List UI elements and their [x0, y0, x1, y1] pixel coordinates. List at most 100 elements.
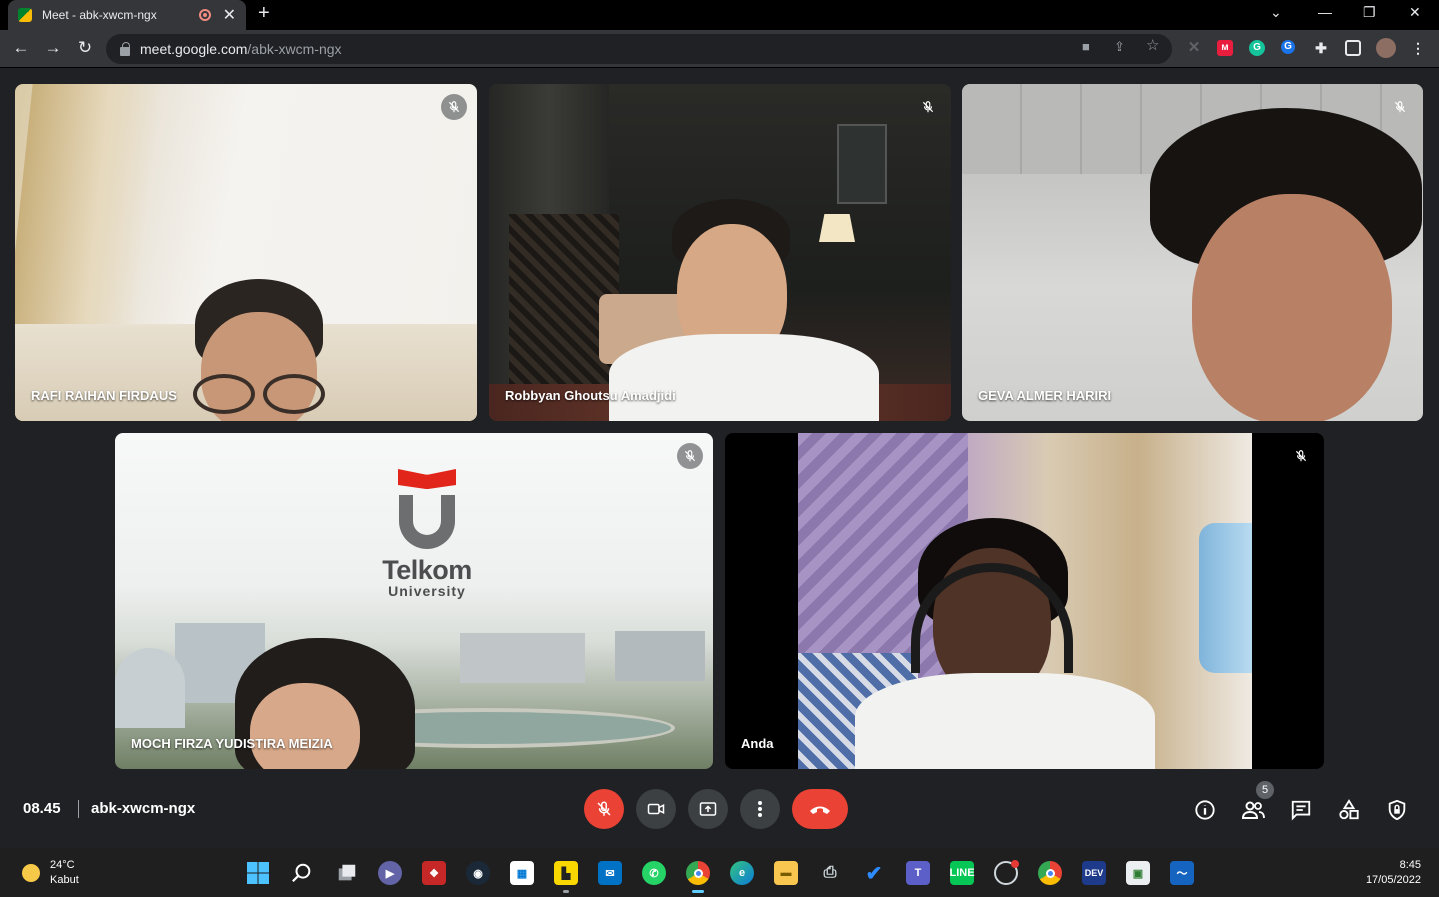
- sun-icon: [22, 864, 40, 882]
- window-app-icon[interactable]: ▣: [1126, 861, 1150, 885]
- meeting-details-button[interactable]: [1192, 797, 1218, 823]
- video-tile-self[interactable]: Anda: [725, 433, 1324, 769]
- more-options-button[interactable]: [740, 789, 780, 829]
- activities-button[interactable]: [1336, 797, 1362, 823]
- restore-button[interactable]: ❐: [1363, 4, 1376, 21]
- mic-off-icon: [1295, 450, 1307, 462]
- gift-app-icon[interactable]: ❖: [422, 861, 446, 885]
- system-clock[interactable]: 8:45 17/05/2022: [1366, 858, 1421, 888]
- teams-icon[interactable]: T: [906, 861, 930, 885]
- obs-icon[interactable]: [994, 860, 1019, 885]
- bookmark-star-icon[interactable]: ☆: [1146, 36, 1159, 54]
- leave-call-button[interactable]: [792, 789, 848, 829]
- campus-building-3: [615, 631, 705, 681]
- video-tile-participant-4[interactable]: Telkom University MOCH FIRZA YUDISTIRA M…: [115, 433, 713, 769]
- windows-start-icon[interactable]: [246, 861, 270, 885]
- mic-off-indicator: [677, 443, 703, 469]
- printer-app-icon[interactable]: ⎙: [818, 861, 842, 885]
- telkom-logo-book-icon: [398, 469, 456, 489]
- extensions-puzzle-icon[interactable]: ✚: [1313, 40, 1329, 56]
- extension-google-icon[interactable]: G: [1281, 40, 1295, 54]
- line-app-icon[interactable]: LINE: [949, 861, 975, 885]
- weather-temperature: 24°C: [50, 859, 75, 871]
- edge-icon[interactable]: e: [730, 861, 754, 885]
- mic-off-icon: [448, 101, 460, 113]
- chrome-icon[interactable]: [686, 861, 710, 885]
- telkom-logo-u-icon: [399, 495, 455, 549]
- back-arrow-icon[interactable]: ←: [10, 38, 32, 58]
- clock-date: 17/05/2022: [1365, 874, 1421, 886]
- microphone-toggle-button[interactable]: [584, 789, 624, 829]
- whatsapp-icon[interactable]: ✆: [642, 861, 666, 885]
- browser-tab-meet[interactable]: Meet - abk-xwcm-ngx ✕: [8, 0, 246, 30]
- mic-off-indicator: [1387, 94, 1413, 120]
- remote-desktop-icon[interactable]: 〜: [1170, 861, 1194, 885]
- participant-self-shirt: [855, 673, 1155, 769]
- search-icon[interactable]: [290, 861, 314, 885]
- extension-grammarly-icon[interactable]: G: [1249, 40, 1265, 56]
- chat-button[interactable]: [1288, 797, 1314, 823]
- profile-avatar[interactable]: [1376, 38, 1396, 58]
- divider: [78, 800, 79, 818]
- close-window-button[interactable]: ✕: [1409, 4, 1421, 21]
- university-logo-text: University: [388, 583, 466, 599]
- weather-widget[interactable]: 24°C Kabut: [22, 858, 79, 888]
- steam-icon[interactable]: ◉: [466, 861, 490, 885]
- present-screen-button[interactable]: [688, 789, 728, 829]
- address-bar[interactable]: meet.google.com /abk-xwcm-ngx: [106, 34, 1172, 64]
- mic-off-indicator: [915, 94, 941, 120]
- video-tile-participant-1[interactable]: RAFI RAIHAN FIRDAUS: [15, 84, 477, 421]
- url-host: meet.google.com: [140, 41, 248, 57]
- mic-off-indicator: [441, 94, 467, 120]
- running-indicator: [563, 890, 569, 893]
- reload-icon[interactable]: ↻: [74, 38, 96, 58]
- glasses-right: [263, 374, 325, 414]
- chrome-profile-icon[interactable]: [1038, 861, 1062, 885]
- teams-chat-icon[interactable]: ▶: [378, 861, 402, 885]
- mic-off-indicator: [1288, 443, 1314, 469]
- end-call-icon: [810, 806, 830, 814]
- share-icon[interactable]: ⇪: [1114, 39, 1125, 55]
- show-everyone-button[interactable]: [1240, 797, 1266, 823]
- participant-4-face: [250, 683, 360, 769]
- chrome-menu-icon[interactable]: ⋮: [1410, 40, 1426, 56]
- new-tab-button[interactable]: +: [258, 2, 270, 25]
- mic-off-icon: [684, 450, 696, 462]
- mail-icon[interactable]: ✉: [598, 861, 622, 885]
- side-panel-icon[interactable]: [1345, 40, 1361, 56]
- extension-mendeley-icon[interactable]: м: [1217, 40, 1233, 56]
- browser-tab-strip: Meet - abk-xwcm-ngx ✕ + ⌄ — ❐ ✕: [0, 0, 1439, 30]
- file-explorer-icon[interactable]: ▬: [774, 861, 798, 885]
- task-view-icon[interactable]: [335, 861, 359, 885]
- todo-check-icon[interactable]: ✔: [862, 861, 886, 885]
- dev-app-icon[interactable]: DEV: [1082, 861, 1106, 885]
- clock-time: 8:45: [1399, 859, 1421, 871]
- host-controls-button[interactable]: [1384, 797, 1410, 823]
- forward-arrow-icon[interactable]: →: [42, 38, 64, 58]
- video-tile-participant-3[interactable]: GEVA ALMER HARIRI: [962, 84, 1423, 421]
- camera-toggle-button[interactable]: [636, 789, 676, 829]
- info-icon: [1195, 800, 1215, 820]
- tab-close-button[interactable]: ✕: [223, 5, 236, 25]
- active-window-indicator: [692, 890, 704, 893]
- mic-off-icon: [597, 801, 611, 816]
- camera-in-use-icon[interactable]: ■: [1082, 39, 1090, 54]
- sticky-notes-icon[interactable]: ▙: [554, 861, 578, 885]
- weather-description: Kabut: [50, 874, 79, 886]
- wall-painting: [837, 124, 887, 204]
- participant-name: GEVA ALMER HARIRI: [978, 388, 1112, 403]
- shield-lock-icon: [1388, 799, 1406, 821]
- glasses-left: [193, 374, 255, 414]
- lock-icon[interactable]: [120, 41, 130, 56]
- people-icon: [1241, 801, 1265, 819]
- participant-3-face: [1192, 194, 1392, 421]
- extension-x-icon[interactable]: ✕: [1186, 40, 1202, 56]
- lamp-shade: [819, 214, 855, 242]
- video-tile-participant-2[interactable]: Robbyan Ghoutsu Amadjidi: [489, 84, 951, 421]
- tab-search-button[interactable]: ⌄: [1270, 4, 1282, 21]
- participant-name: Robbyan Ghoutsu Amadjidi: [505, 388, 676, 403]
- tab-title: Meet - abk-xwcm-ngx: [42, 8, 157, 22]
- microsoft-store-icon[interactable]: ▦: [510, 861, 534, 885]
- meet-stage: RAFI RAIHAN FIRDAUS Robbyan Ghoutsu Amad…: [0, 68, 1439, 780]
- minimize-button[interactable]: —: [1318, 4, 1332, 20]
